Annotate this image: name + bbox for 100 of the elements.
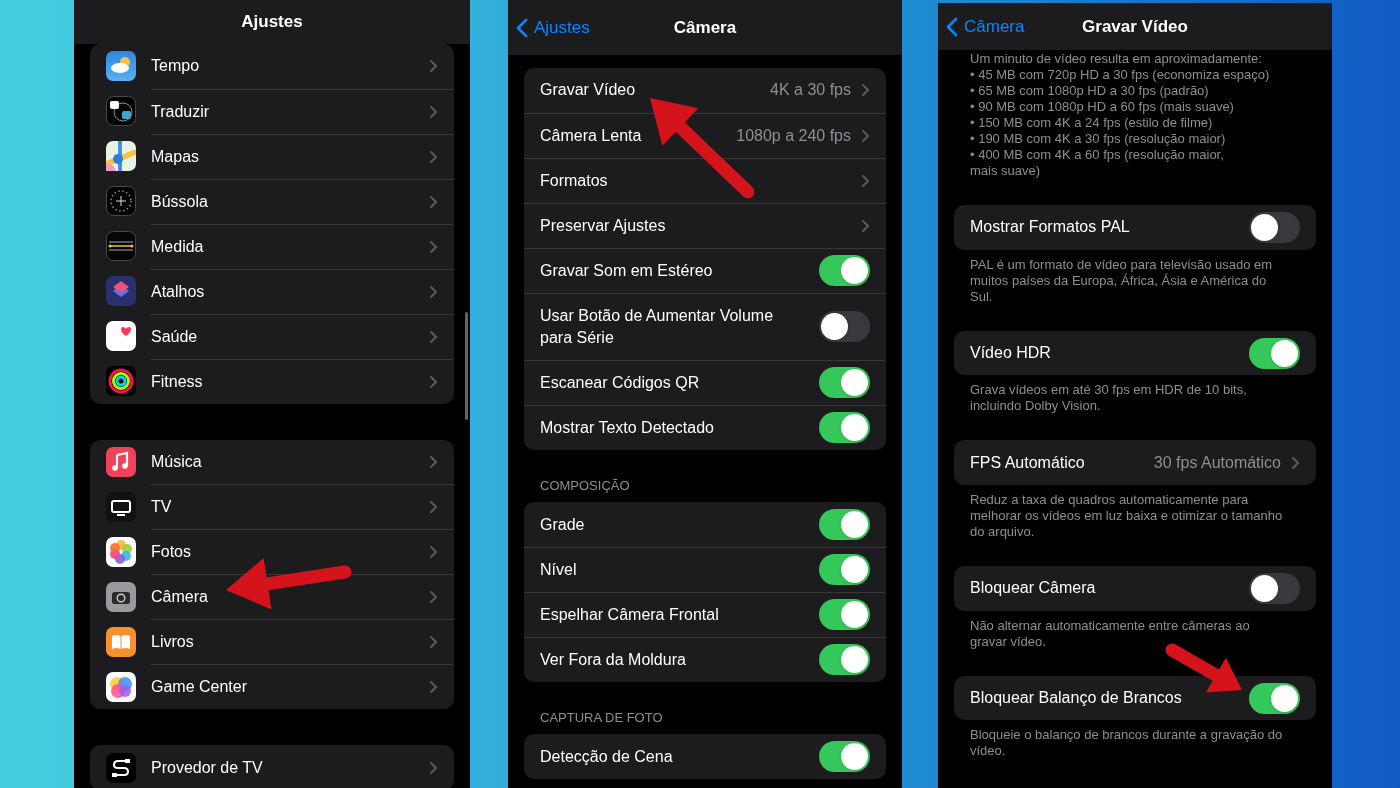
setting-label: Mostrar Texto Detectado [540, 417, 715, 438]
nav-title: Ajustes [241, 11, 303, 34]
note-text: mais suave) [970, 163, 1042, 179]
chevron-icon [1291, 455, 1300, 470]
chevron-icon [429, 374, 438, 389]
setting-label: Nível [540, 559, 578, 580]
note-text: Um minuto de vídeo resulta em aproximadamente: [970, 51, 1263, 67]
compass-icon [106, 186, 136, 217]
toggle-switch[interactable] [1249, 211, 1300, 243]
toggle-switch[interactable] [819, 509, 870, 541]
setting-label[interactable]: Bússola [151, 179, 429, 224]
chevron-icon [429, 500, 438, 515]
toggle-switch[interactable] [819, 412, 870, 444]
chevron-icon [429, 545, 438, 560]
setting-label[interactable]: Atalhos [151, 269, 429, 314]
layers-icon [106, 276, 136, 307]
setting-label[interactable]: Traduzir [151, 89, 429, 134]
setting-label[interactable]: Game Center [151, 665, 429, 710]
setting-value: 4K a 30 fps [770, 80, 851, 101]
chevron-icon [429, 680, 438, 695]
toggle-switch[interactable] [1249, 682, 1300, 714]
music-note-icon [106, 447, 136, 478]
setting-label[interactable]: Provedor de TV [151, 745, 429, 788]
setting-label: Espelhar Câmera Frontal [540, 604, 720, 625]
chevron-icon [861, 83, 870, 98]
camera-icon [106, 581, 136, 612]
setting-value: 1080p a 240 fps [736, 125, 851, 146]
setting-label[interactable]: Câmera [151, 575, 429, 620]
setting-label[interactable]: Formatos [540, 158, 861, 203]
setting-label[interactable]: TV [151, 485, 429, 530]
setting-label[interactable]: Preservar Ajustes [540, 203, 861, 248]
toggle-switch[interactable] [819, 741, 870, 773]
nav-title: Câmera [673, 16, 737, 39]
setting-label[interactable]: FPS Automático [970, 440, 1154, 485]
chevron-icon [429, 329, 438, 344]
footer-note: PAL é um formato de vídeo para televisão usado em muitos países da Europa, África, Ásia e América do Sul. [969, 255, 1274, 305]
toggle-switch[interactable] [819, 554, 870, 586]
chevron-icon [861, 128, 870, 143]
footer-note: Não alternar automaticamente entre câmeras ao gravar vídeo. [969, 616, 1251, 650]
chevron-icon [429, 635, 438, 650]
note-text: • 400 MB com 4K a 60 fps (resolução maior, [970, 147, 1225, 163]
chevron-icon [516, 17, 528, 38]
setting-label[interactable]: Gravar Vídeo [540, 68, 771, 113]
footer-note: Reduz a taxa de quadros automaticamente para melhorar os vídeos em luz baixa e otimizar o tamanho do arquivo. [969, 491, 1284, 541]
setting-label: Bloquear Câmera [970, 578, 1097, 599]
section-header: COMPOSIÇÃO [539, 476, 631, 495]
book-icon [106, 626, 136, 657]
back-button[interactable]: Câmera [946, 13, 1025, 40]
chevron-icon [429, 590, 438, 605]
chevron-icon [429, 760, 438, 775]
footer-note: Bloqueie o balanço de brancos durante a gravação do vídeo. [969, 726, 1284, 760]
toggle-switch[interactable] [819, 255, 870, 287]
toggle-switch[interactable] [819, 644, 870, 676]
setting-label: Mostrar Formatos PAL [970, 217, 1131, 238]
toggle-switch[interactable] [819, 367, 870, 399]
tv-icon [106, 491, 136, 522]
note-text: • 190 MB com 4K a 30 fps (resolução maior) [970, 131, 1227, 147]
note-text: • 65 MB com 1080p HD a 30 fps (padrão) [970, 83, 1210, 99]
chevron-icon [429, 239, 438, 254]
chevron-icon [429, 149, 438, 164]
toggle-switch[interactable] [1249, 337, 1300, 369]
setting-label: Usar Botão de Aumentar Volume para Série [540, 305, 775, 348]
back-button[interactable]: Ajustes [516, 14, 590, 41]
map-icon [106, 141, 136, 172]
setting-label[interactable]: Medida [151, 224, 429, 269]
setting-label: Gravar Som em Estéreo [540, 260, 714, 281]
toggle-switch[interactable] [819, 311, 870, 343]
chevron-icon [946, 16, 958, 37]
setting-label[interactable]: Fitness [151, 359, 429, 404]
setting-label: Bloquear Balanço de Brancos [970, 688, 1183, 709]
setting-value: 30 fps Automático [1153, 452, 1281, 473]
bubbles-icon [106, 671, 136, 702]
setting-label: Vídeo HDR [970, 343, 1052, 364]
nav-title: Gravar Vídeo [1082, 15, 1188, 38]
chevron-icon [429, 194, 438, 209]
section-header: CAPTURA DE FOTO [539, 708, 664, 727]
flower-icon [106, 536, 136, 567]
chevron-icon [429, 59, 438, 74]
chevron-icon [861, 173, 870, 188]
note-text: • 90 MB com 1080p HD a 60 fps (mais suave) [970, 99, 1235, 115]
setting-label: Grade [540, 514, 586, 535]
setting-label[interactable]: Saúde [151, 314, 429, 359]
setting-label: Detecção de Cena [540, 746, 674, 767]
footer-note: Grava vídeos em até 30 fps em HDR de 10 bits, incluindo Dolby Vision. [969, 381, 1248, 415]
toggle-switch[interactable] [1249, 572, 1300, 604]
ruler-icon [106, 231, 136, 262]
setting-label: Ver Fora da Moldura [540, 649, 687, 670]
setting-label[interactable]: Música [151, 440, 429, 485]
chevron-icon [429, 455, 438, 470]
setting-label[interactable]: Livros [151, 620, 429, 665]
setting-label[interactable]: Fotos [151, 530, 429, 575]
note-text: • 150 MB com 4K a 24 fps (estilo de filme) [970, 115, 1214, 131]
setting-label[interactable]: Câmera Lenta [540, 113, 737, 158]
toggle-switch[interactable] [819, 599, 870, 631]
setting-label[interactable]: Mapas [151, 134, 429, 179]
setting-label[interactable]: Tempo [151, 44, 429, 89]
note-text: • 45 MB com 720p HD a 30 fps (economiza espaço) [970, 67, 1271, 83]
cloud-icon [106, 51, 136, 82]
chevron-icon [861, 218, 870, 233]
globe-icon [106, 96, 136, 127]
